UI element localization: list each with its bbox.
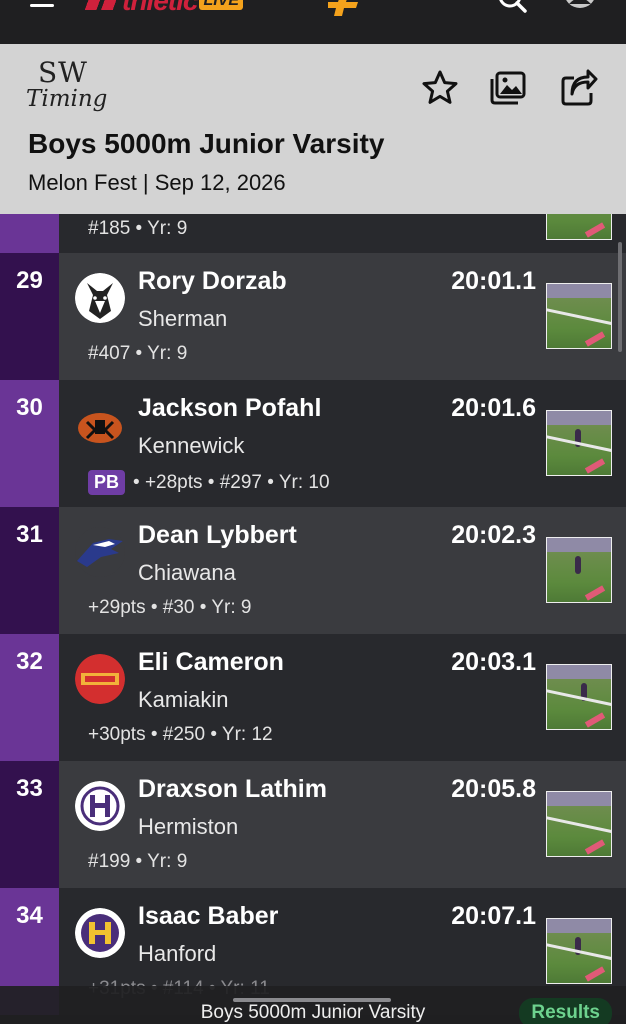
athlete-name[interactable]: Jackson Pofahl	[138, 394, 321, 423]
share-icon[interactable]	[558, 68, 598, 108]
account-icon[interactable]	[562, 0, 598, 16]
result-row-partial[interactable]: #185 • Yr: 9	[0, 214, 626, 253]
row-body: Jackson Pofahl 20:01.6 Kennewick PB • +2…	[59, 380, 626, 507]
athletic-live-logo[interactable]: thletic LIVE	[82, 0, 244, 16]
kennewick-lion-logo-icon	[75, 400, 125, 450]
logo-line-2: Timing	[26, 86, 108, 112]
school-name[interactable]: Kamiakin	[138, 687, 228, 713]
home-indicator[interactable]	[233, 998, 391, 1002]
finish-photo-thumbnail[interactable]	[546, 664, 612, 730]
event-subtitle: Melon Fest | Sep 12, 2026	[28, 170, 286, 195]
result-row[interactable]: 32 Eli Cameron 20:03.1 Kamiakin +30pts •…	[0, 634, 626, 761]
school-name[interactable]: Hermiston	[138, 814, 238, 840]
school-name[interactable]: Kennewick	[138, 433, 244, 459]
school-name[interactable]: Sherman	[138, 306, 227, 332]
finish-time: 20:03.1	[451, 648, 536, 676]
search-icon[interactable]	[494, 0, 530, 16]
finish-time: 20:05.8	[451, 775, 536, 803]
event-header: SW Timing Boys 5000m Junior Varsity Melo…	[0, 44, 626, 214]
finish-time: 20:02.3	[451, 521, 536, 549]
row-body: Rory Dorzab 20:01.1 Sherman #407 • Yr: 9	[59, 253, 626, 380]
kamiakin-braves-logo-icon	[75, 654, 125, 704]
pb-badge: PB	[88, 470, 126, 495]
result-row[interactable]: 33 Draxson Lathim 20:05.8 Hermiston #199…	[0, 761, 626, 888]
school-name[interactable]: Hanford	[138, 941, 216, 967]
brand-text: thletic	[122, 0, 198, 16]
place-number: 33	[0, 761, 59, 888]
photos-icon[interactable]	[488, 68, 528, 108]
athlete-name[interactable]: Draxson Lathim	[138, 775, 327, 804]
athlete-name[interactable]: Eli Cameron	[138, 648, 284, 677]
finish-photo-thumbnail[interactable]	[546, 918, 612, 984]
brand-slash-mark	[82, 0, 122, 10]
athlete-meta: #407 • Yr: 9	[88, 343, 188, 364]
finish-photo-thumbnail[interactable]	[546, 537, 612, 603]
athlete-meta: +30pts • #250 • Yr: 12	[88, 724, 273, 745]
place-cell	[0, 214, 59, 253]
row-body: Draxson Lathim 20:05.8 Hermiston #199 • …	[59, 761, 626, 888]
top-nav-bar: thletic LIVE	[0, 0, 626, 44]
chiawana-riverhawk-logo-icon	[75, 527, 125, 577]
star-icon[interactable]	[420, 68, 460, 108]
sherman-husky-logo-icon	[75, 273, 125, 323]
athlete-name[interactable]: Dean Lybbert	[138, 521, 297, 550]
logo-line-1: SW	[38, 56, 88, 89]
results-button[interactable]: Results	[519, 998, 612, 1024]
bottom-bar: Boys 5000m Junior Varsity Results	[0, 986, 626, 1024]
result-row[interactable]: 29 Rory Dorzab 20:01.1 Sherman #407 • Yr…	[0, 253, 626, 380]
brand-live-badge: LIVE	[199, 0, 244, 10]
place-number: 30	[0, 380, 59, 507]
athlete-name[interactable]: Isaac Baber	[138, 902, 278, 931]
page-title: Boys 5000m Junior Varsity	[28, 128, 385, 159]
hanford-falcons-logo-icon	[75, 908, 125, 958]
row-body: Dean Lybbert 20:02.3 Chiawana +29pts • #…	[59, 507, 626, 634]
sw-timing-logo: SW Timing	[26, 56, 116, 118]
athlete-name[interactable]: Rory Dorzab	[138, 267, 287, 296]
plus-icon[interactable]	[328, 0, 362, 16]
finish-photo-thumbnail[interactable]	[546, 410, 612, 476]
athlete-meta: #185 • Yr: 9	[88, 218, 188, 239]
athlete-meta-row: PB • +28pts • #297 • Yr: 10	[88, 470, 330, 495]
menu-icon[interactable]	[30, 0, 56, 12]
finish-photo-thumbnail[interactable]	[546, 791, 612, 857]
hermiston-logo-icon	[75, 781, 125, 831]
place-number: 32	[0, 634, 59, 761]
finish-time: 20:07.1	[451, 902, 536, 930]
school-name[interactable]: Chiawana	[138, 560, 236, 586]
row-body: #185 • Yr: 9	[59, 214, 626, 253]
results-list[interactable]: #185 • Yr: 9 29 Rory Dorzab 20:01.1 Sher…	[0, 214, 626, 1024]
finish-photo-thumbnail[interactable]	[546, 214, 612, 240]
place-number: 31	[0, 507, 59, 634]
finish-time: 20:01.1	[451, 267, 536, 295]
scrollbar[interactable]	[618, 242, 622, 352]
finish-photo-thumbnail[interactable]	[546, 283, 612, 349]
finish-time: 20:01.6	[451, 394, 536, 422]
row-body: Eli Cameron 20:03.1 Kamiakin +30pts • #2…	[59, 634, 626, 761]
athlete-meta: • +28pts • #297 • Yr: 10	[133, 471, 330, 493]
athlete-meta: #199 • Yr: 9	[88, 851, 188, 872]
result-row[interactable]: 30 Jackson Pofahl 20:01.6 Kennewick PB •…	[0, 380, 626, 507]
result-row[interactable]: 31 Dean Lybbert 20:02.3 Chiawana +29pts …	[0, 507, 626, 634]
place-number: 29	[0, 253, 59, 380]
athlete-meta: +29pts • #30 • Yr: 9	[88, 597, 252, 618]
